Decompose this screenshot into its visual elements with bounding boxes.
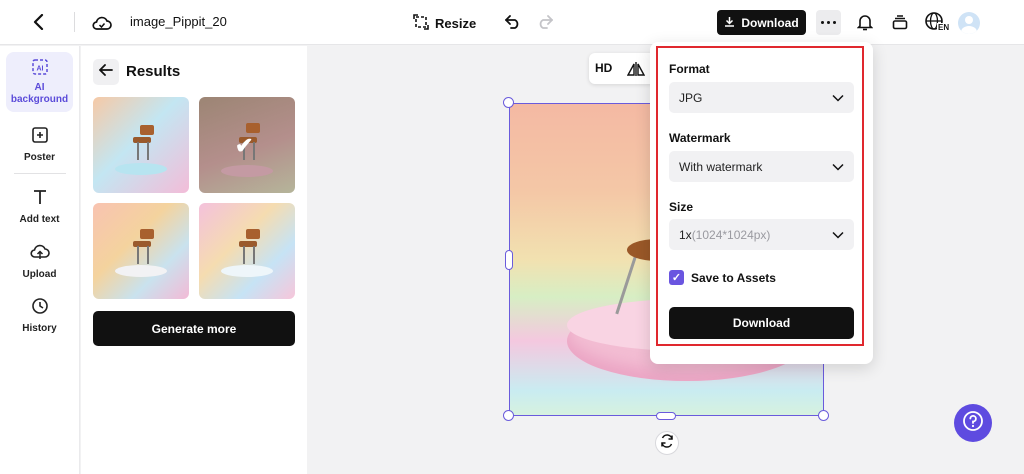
results-back-button[interactable] — [93, 59, 119, 85]
download-confirm-button[interactable]: Download — [669, 307, 854, 339]
poster-icon — [31, 126, 49, 148]
sidebar-item-label: Add text — [19, 214, 60, 225]
result-thumbnail[interactable] — [93, 203, 189, 299]
resize-handle-bottom-right[interactable] — [818, 410, 829, 421]
resize-label: Resize — [435, 15, 477, 31]
results-title: Results — [126, 63, 181, 80]
download-icon — [724, 16, 735, 30]
sidebar-divider — [14, 173, 66, 174]
results-panel: Results ✔ Generate more — [81, 46, 307, 474]
sidebar-item-poster[interactable]: Poster — [6, 126, 73, 164]
chevron-down-icon — [832, 228, 844, 242]
assets-stack-icon[interactable] — [889, 11, 911, 33]
header-divider — [74, 12, 75, 32]
result-thumbnail-selected[interactable]: ✔ — [199, 97, 295, 193]
top-bar: image_Pippit_20 Resize Download EN — [0, 0, 1024, 45]
watermark-select[interactable]: With watermark — [669, 151, 854, 182]
download-button-top[interactable]: Download — [717, 10, 806, 35]
watermark-label: Watermark — [669, 131, 731, 145]
download-label: Download — [741, 15, 799, 30]
result-thumbnail[interactable] — [199, 203, 295, 299]
text-icon — [31, 188, 49, 210]
size-value: 1x — [679, 227, 692, 242]
chevron-down-icon — [832, 91, 844, 105]
format-label: Format — [669, 62, 710, 76]
more-options-button[interactable] — [816, 10, 841, 35]
back-arrow-icon[interactable] — [28, 11, 50, 33]
size-select[interactable]: 1x(1024*1024px) — [669, 219, 854, 250]
resize-handle-bottom-left[interactable] — [503, 410, 514, 421]
sidebar-item-add-text[interactable]: Add text — [6, 188, 73, 226]
format-select[interactable]: JPG — [669, 82, 854, 113]
resize-handle-bottom[interactable] — [656, 412, 676, 420]
checkmark-icon: ✔ — [235, 133, 254, 158]
file-name[interactable]: image_Pippit_20 — [130, 14, 227, 29]
language-badge: EN — [937, 23, 951, 32]
watermark-value: With watermark — [679, 159, 763, 174]
svg-text:AI: AI — [36, 66, 43, 73]
rotate-button[interactable] — [655, 431, 679, 455]
left-sidebar: AI AI background Poster Add text Upload … — [0, 46, 80, 474]
sidebar-item-label: Poster — [23, 152, 56, 163]
flip-icon[interactable] — [627, 60, 645, 78]
language-globe-icon[interactable]: EN — [924, 11, 951, 35]
sidebar-item-history[interactable]: History — [6, 297, 73, 335]
avatar[interactable] — [958, 12, 980, 34]
sidebar-item-label: AI background — [10, 82, 69, 105]
resize-icon — [413, 13, 429, 33]
resize-button[interactable]: Resize — [413, 10, 476, 36]
hd-button[interactable]: HD — [595, 61, 612, 75]
save-to-assets-label: Save to Assets — [691, 270, 776, 285]
save-to-assets-row[interactable]: ✓ Save to Assets — [669, 270, 776, 285]
help-button[interactable] — [954, 404, 992, 442]
help-icon — [962, 410, 984, 437]
sidebar-item-upload[interactable]: Upload — [6, 243, 73, 281]
ai-background-icon: AI — [31, 58, 49, 80]
redo-icon[interactable] — [535, 12, 555, 32]
generate-more-button[interactable]: Generate more — [93, 311, 295, 346]
resize-handle-left[interactable] — [505, 250, 513, 270]
rotate-icon — [660, 433, 674, 453]
chevron-down-icon — [832, 160, 844, 174]
format-value: JPG — [679, 90, 703, 105]
arrow-left-icon — [98, 63, 113, 81]
history-icon — [31, 297, 49, 319]
save-to-assets-checkbox[interactable]: ✓ — [669, 270, 684, 285]
sidebar-item-label: Upload — [22, 269, 57, 280]
undo-icon[interactable] — [503, 12, 523, 32]
result-thumbnail[interactable] — [93, 97, 189, 193]
resize-handle-top-left[interactable] — [503, 97, 514, 108]
upload-icon — [29, 243, 50, 265]
sidebar-item-label: History — [22, 323, 57, 334]
cloud-save-icon[interactable] — [91, 12, 113, 34]
size-label: Size — [669, 200, 694, 214]
size-hint: (1024*1024px) — [691, 227, 771, 242]
bell-icon[interactable] — [854, 11, 876, 33]
sidebar-item-ai-background[interactable]: AI AI background — [6, 52, 73, 112]
